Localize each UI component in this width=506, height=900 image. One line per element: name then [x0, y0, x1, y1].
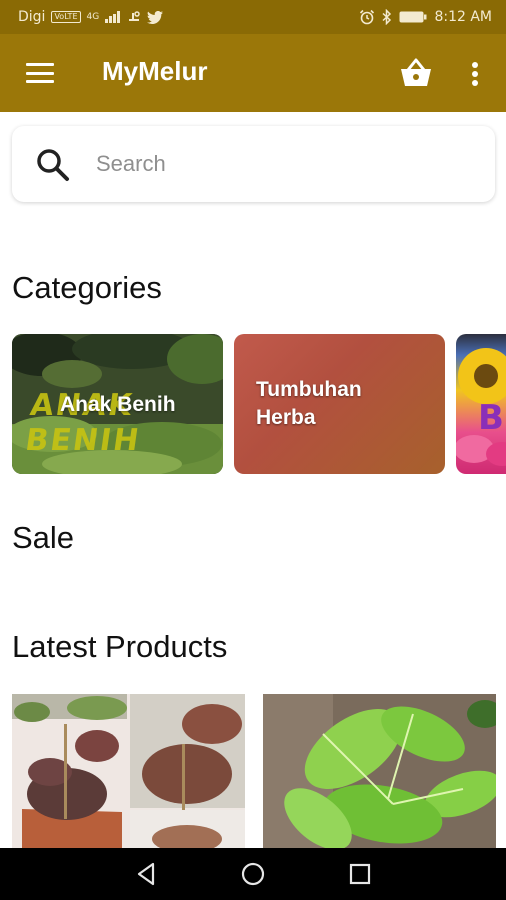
volte-badge: VoLTE	[51, 11, 81, 23]
product-image	[12, 694, 245, 848]
home-icon[interactable]	[238, 860, 268, 888]
search-input[interactable]	[96, 146, 476, 182]
notification-app-icon	[129, 11, 140, 21]
alarm-icon	[360, 9, 375, 25]
category-label: Tumbuhan Herba	[256, 378, 362, 429]
product-image	[263, 694, 496, 848]
category-card-anak-benih[interactable]: ANAK BENIH Anak Benih	[12, 334, 223, 474]
app-title: MyMelur	[102, 56, 208, 86]
category-card-partial[interactable]: BU	[456, 334, 506, 474]
search-icon	[37, 149, 69, 181]
categories-carousel[interactable]: ANAK BENIH Anak Benih Tumbuhan Herba BU	[12, 334, 506, 476]
categories-heading: Categories	[12, 270, 162, 305]
network-label: 4G	[86, 12, 100, 22]
category-card-tumbuhan-herba[interactable]: Tumbuhan Herba	[234, 334, 445, 474]
app-bar: MyMelur	[0, 34, 506, 112]
signal-icon	[105, 11, 121, 23]
clock-label: 8:12 AM	[434, 9, 492, 25]
back-icon[interactable]	[131, 860, 161, 888]
flower-photo: BU	[456, 348, 506, 466]
status-bar: Digi VoLTE 4G 8:12 AM	[0, 0, 506, 34]
product-card[interactable]	[12, 694, 245, 848]
app-screen: { "status_bar": { "carrier": "Digi", "vo…	[0, 0, 506, 900]
shopping-basket-icon[interactable]	[398, 56, 434, 90]
latest-products-heading: Latest Products	[12, 629, 228, 664]
menu-icon[interactable]	[24, 59, 56, 87]
bluetooth-icon	[382, 9, 392, 25]
system-navigation-bar	[0, 848, 506, 900]
category-label: Anak Benih	[60, 393, 176, 416]
category-background-text: BU	[478, 398, 506, 438]
product-card[interactable]	[263, 694, 496, 848]
battery-icon	[399, 11, 427, 23]
carrier-label: Digi	[18, 9, 46, 25]
recents-icon[interactable]	[345, 860, 375, 888]
more-vert-icon[interactable]	[462, 58, 488, 90]
twitter-icon	[147, 10, 164, 24]
search-box[interactable]	[12, 126, 495, 202]
sale-heading: Sale	[12, 520, 75, 555]
latest-products-list[interactable]	[12, 694, 506, 848]
